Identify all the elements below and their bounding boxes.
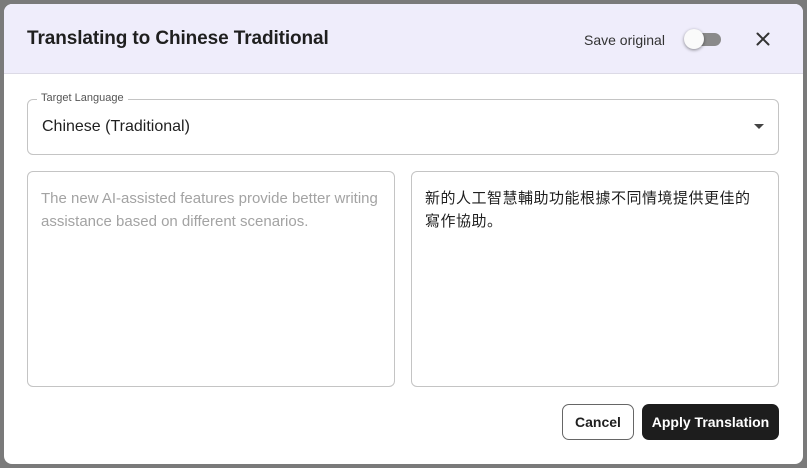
translation-dialog: Translating to Chinese Traditional Save … (4, 4, 803, 464)
caret-down-icon (754, 124, 764, 129)
save-original-toggle[interactable] (684, 29, 721, 49)
save-original-label: Save original (584, 32, 665, 48)
close-icon (756, 32, 770, 46)
target-language-value: Chinese (Traditional) (42, 118, 190, 135)
close-button[interactable] (752, 28, 774, 50)
toggle-knob (684, 29, 704, 49)
apply-translation-button[interactable]: Apply Translation (642, 404, 779, 440)
target-language-label: Target Language (37, 92, 128, 104)
translated-text-area[interactable]: 新的人工智慧輔助功能根據不同情境提供更佳的寫作協助。 (411, 171, 779, 387)
dialog-title: Translating to Chinese Traditional (27, 28, 329, 49)
source-text-area[interactable]: The new AI-assisted features provide bet… (27, 171, 395, 387)
cancel-button[interactable]: Cancel (562, 404, 634, 440)
dialog-header: Translating to Chinese Traditional Save … (4, 4, 803, 74)
target-language-select[interactable]: Target Language Chinese (Traditional) (27, 92, 779, 155)
